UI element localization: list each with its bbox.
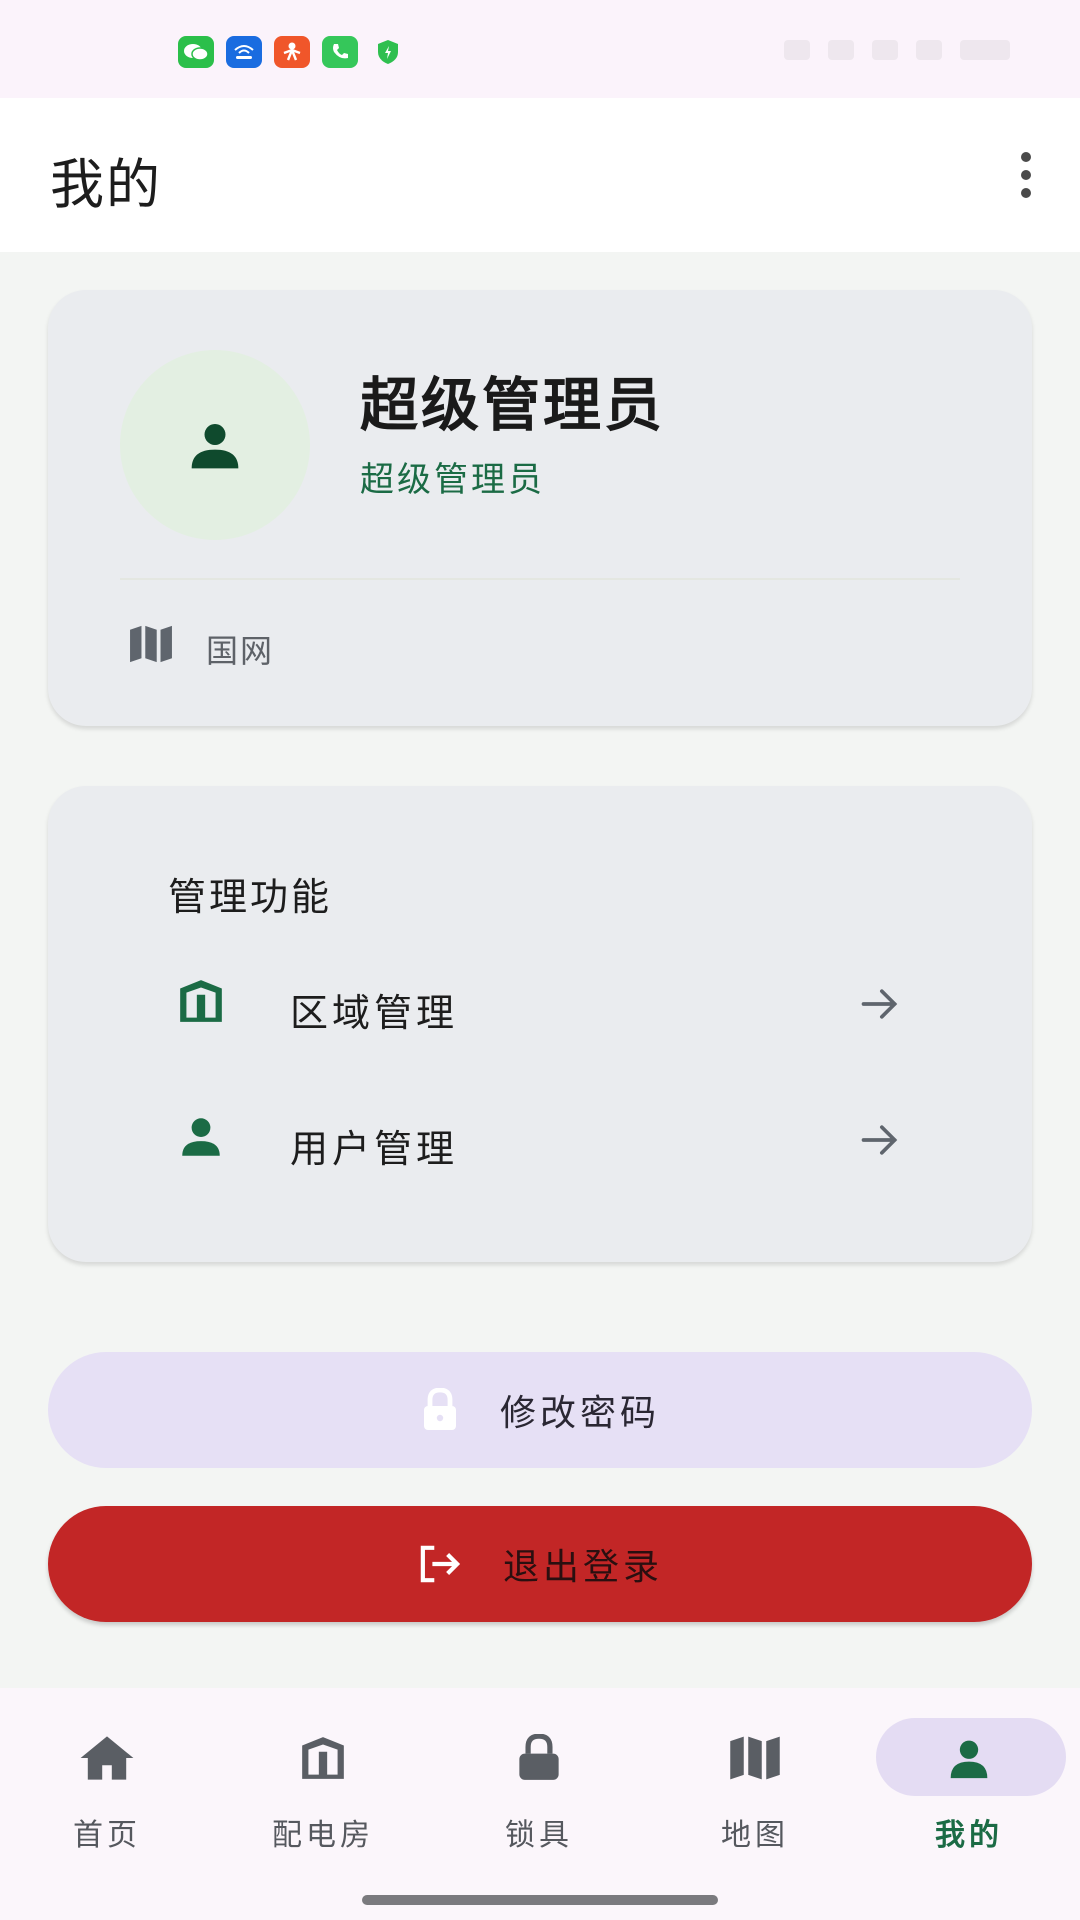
nav-item-home[interactable]: 首页 bbox=[12, 1718, 202, 1868]
nav-label-substation: 配电房 bbox=[272, 1818, 374, 1853]
lock-icon bbox=[423, 1388, 456, 1430]
lock-icon bbox=[506, 1732, 572, 1784]
change-password-button[interactable]: 修改密码 bbox=[48, 1352, 1032, 1468]
map-icon bbox=[722, 1732, 788, 1784]
shield-icon bbox=[370, 36, 406, 68]
building-icon bbox=[290, 1732, 356, 1784]
status-indicators bbox=[784, 40, 1010, 60]
person-icon bbox=[191, 424, 239, 469]
page-title: 我的 bbox=[50, 153, 162, 216]
bottom-navigation: 首页 配电房 锁具 地图 我的 bbox=[0, 1688, 1080, 1920]
section-title: 管理功能 bbox=[168, 875, 333, 919]
home-icon bbox=[74, 1732, 140, 1784]
menu-item-label: 区域管理 bbox=[290, 991, 459, 1035]
arrow-right-icon bbox=[861, 1125, 898, 1155]
profile-card: 超级管理员 超级管理员 国网 bbox=[48, 290, 1032, 726]
map-icon bbox=[130, 625, 172, 663]
logout-label: 退出登录 bbox=[502, 1547, 663, 1588]
profile-role: 超级管理员 bbox=[360, 460, 545, 500]
menu-item-area-management[interactable]: 区域管理 bbox=[48, 954, 1032, 1054]
status-bar bbox=[0, 0, 1080, 98]
management-card: 管理功能 区域管理 用户管理 bbox=[48, 786, 1032, 1262]
more-vertical-icon[interactable] bbox=[1006, 150, 1046, 200]
menu-item-label: 用户管理 bbox=[290, 1127, 459, 1171]
home-indicator[interactable] bbox=[362, 1895, 718, 1905]
change-password-label: 修改密码 bbox=[499, 1393, 660, 1434]
wechat-icon bbox=[178, 36, 214, 68]
menu-item-user-management[interactable]: 用户管理 bbox=[48, 1090, 1032, 1190]
person-icon bbox=[182, 1118, 220, 1156]
app-bar: 我的 bbox=[0, 98, 1080, 252]
person-icon bbox=[936, 1732, 1002, 1784]
nav-item-map[interactable]: 地图 bbox=[660, 1718, 850, 1868]
nav-item-substation[interactable]: 配电房 bbox=[228, 1718, 418, 1868]
profile-name: 超级管理员 bbox=[360, 371, 666, 439]
nav-label-home: 首页 bbox=[73, 1818, 141, 1853]
nav-item-mine[interactable]: 我的 bbox=[874, 1718, 1066, 1868]
logout-icon bbox=[420, 1545, 461, 1583]
arrow-right-icon bbox=[861, 989, 898, 1019]
avatar bbox=[120, 350, 310, 540]
nav-label-map: 地图 bbox=[721, 1818, 789, 1853]
nav-label-locks: 锁具 bbox=[505, 1818, 573, 1853]
building-icon bbox=[180, 980, 222, 1022]
logout-button[interactable]: 退出登录 bbox=[48, 1506, 1032, 1622]
divider bbox=[120, 578, 960, 580]
social-app-icon bbox=[274, 36, 310, 68]
notification-icons bbox=[178, 36, 406, 68]
phone-icon bbox=[322, 36, 358, 68]
nav-label-mine: 我的 bbox=[935, 1818, 1003, 1853]
wifi-app-icon bbox=[226, 36, 262, 68]
organization-label: 国网 bbox=[206, 632, 275, 670]
nav-item-locks[interactable]: 锁具 bbox=[444, 1718, 634, 1868]
